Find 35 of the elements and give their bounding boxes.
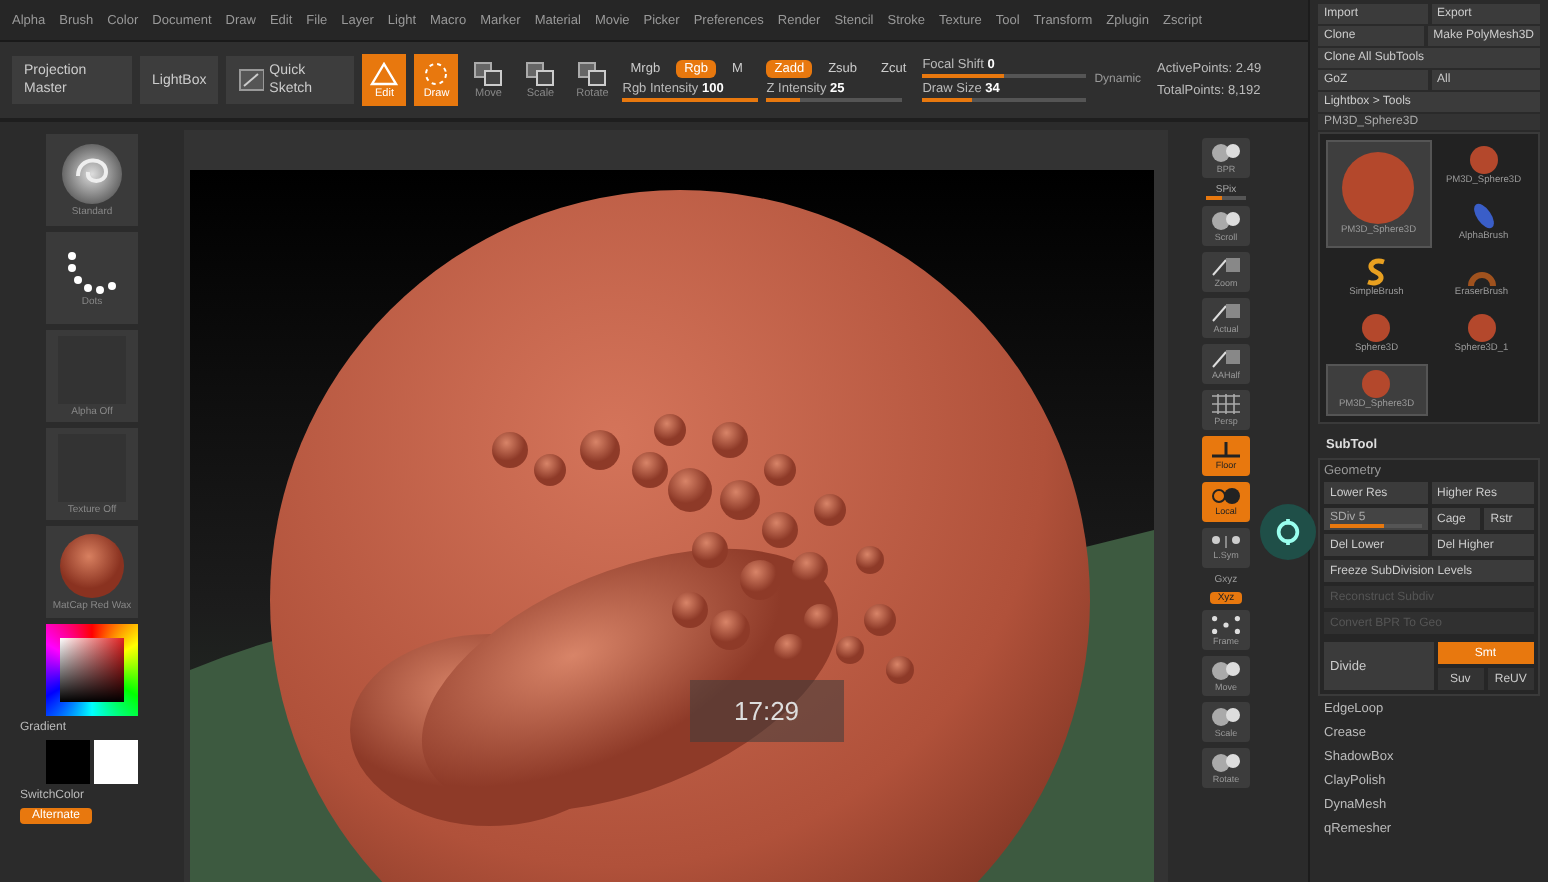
capsule-icon [1471, 202, 1496, 230]
spheres-icon [1212, 707, 1240, 725]
frame-icon [1212, 615, 1240, 633]
brush-icon [62, 143, 122, 203]
sketch-icon [238, 68, 264, 92]
sphere-icon [1362, 370, 1391, 398]
symmetry-icon [1212, 536, 1240, 548]
spheres-icon [1212, 753, 1240, 771]
color-swatch[interactable] [94, 740, 138, 784]
zoom-icon [1212, 302, 1240, 322]
sphere-icon [1467, 314, 1496, 342]
spheres-icon [1212, 143, 1240, 161]
arc-icon [1467, 270, 1496, 286]
sphere-icon [1469, 146, 1498, 174]
spheres-icon [1212, 661, 1240, 679]
s-letter-icon [1364, 258, 1389, 286]
dashed-circle-icon [422, 61, 451, 85]
squares-icon [474, 61, 503, 85]
dots-icon [66, 249, 118, 293]
spheres-icon [1212, 211, 1240, 229]
color-swatch[interactable] [46, 740, 90, 784]
sphere-icon [1342, 152, 1415, 224]
sphere-icon [60, 533, 124, 597]
color-picker[interactable] [46, 624, 138, 716]
squares-icon [578, 61, 607, 85]
circles-icon [1212, 488, 1240, 504]
grid-icon [1212, 394, 1240, 414]
triangle-icon [370, 61, 399, 85]
zoom-icon [1212, 348, 1240, 368]
sphere-icon [1362, 314, 1391, 342]
zoom-icon [1212, 256, 1240, 276]
timestamp-label: 17:29 [690, 680, 844, 742]
refresh-icon[interactable] [1260, 504, 1316, 560]
floor-icon [1212, 442, 1240, 458]
squares-icon [526, 61, 555, 85]
